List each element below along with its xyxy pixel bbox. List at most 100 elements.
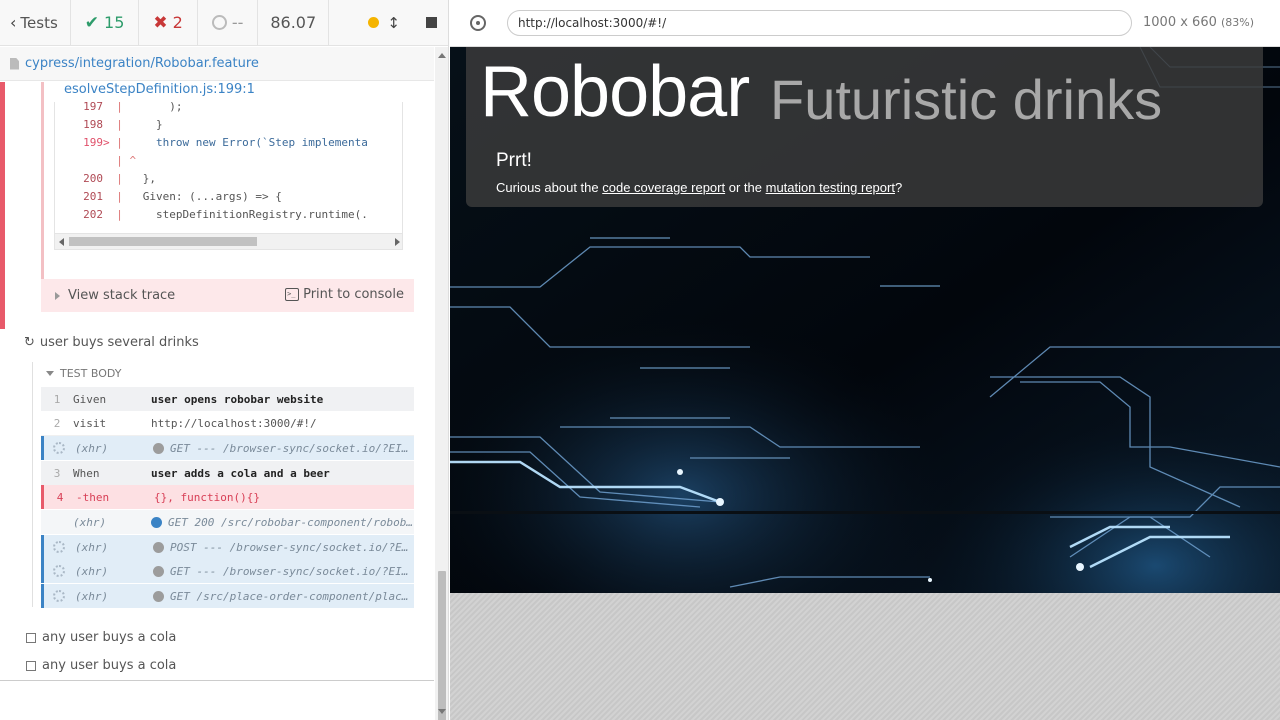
chevron-left-icon: ‹ — [10, 13, 17, 32]
terminal-icon: >_ — [285, 288, 300, 301]
spec-path-link[interactable]: cypress/integration/Robobar.feature — [25, 56, 259, 71]
xhr-command-row[interactable]: (xhr) GET 200 /src/robobar-component/robo… — [41, 510, 414, 534]
reports-text-prefix: Curious about the — [496, 180, 599, 195]
url-bar[interactable]: http://localhost:3000/#!/ — [507, 10, 1132, 36]
app-brand-title: Robobar — [480, 52, 750, 132]
viewport-info[interactable]: 1000 x 660 (83%) — [1143, 15, 1254, 30]
pending-test-row[interactable]: any user buys a cola — [26, 658, 176, 673]
reporter-scrollbar[interactable] — [435, 47, 448, 720]
failed-count[interactable]: ✖ 2 — [139, 0, 198, 45]
command-name: (xhr) — [75, 589, 109, 603]
test-title: user buys several drinks — [39, 335, 199, 350]
scroll-left-icon[interactable] — [59, 238, 64, 246]
test-body-guide — [32, 362, 33, 607]
stop-icon[interactable] — [426, 17, 437, 28]
command-message: http://localhost:3000/#!/ — [151, 417, 317, 430]
xhr-status-dot-icon — [153, 442, 164, 454]
pending-circle-icon — [211, 15, 227, 30]
command-number: 1 — [53, 392, 61, 406]
aut-header: http://localhost:3000/#!/ 1000 x 660 (83… — [450, 0, 1280, 47]
tests-label: Tests — [20, 13, 58, 32]
code-scroll-thumb[interactable] — [69, 237, 257, 246]
xhr-command-row[interactable]: (xhr) GET /src/place-order-component/plac… — [41, 584, 414, 608]
view-stack-trace-toggle[interactable]: View stack trace >_ Print to console — [41, 279, 414, 312]
running-indicator-icon — [368, 17, 380, 28]
runnables-list[interactable]: esolveStepDefinition.js:199:1 197 | ); 19… — [0, 82, 434, 680]
code-line: 200 | }, — [55, 172, 156, 190]
code-gutter-pipe: | — [109, 190, 130, 203]
command-row[interactable]: 1 Given user opens robobar website — [41, 387, 414, 411]
loading-spinner-icon — [53, 565, 65, 577]
xhr-command-row[interactable]: (xhr) POST --- /browser-sync/socket.io/?E… — [41, 535, 414, 559]
code-line-number: 201 — [83, 190, 103, 203]
xhr-status-dot-icon — [153, 541, 164, 553]
code-frame-scrollbar[interactable] — [55, 233, 402, 249]
retry-icon: ↻ — [24, 335, 35, 350]
command-name: (xhr) — [75, 540, 109, 554]
error-panel: esolveStepDefinition.js:199:1 197 | ); 19… — [0, 82, 434, 329]
pending-test-row[interactable]: any user buys a cola — [26, 630, 176, 645]
caret-right-icon — [55, 291, 60, 300]
code-gutter-pipe: | — [109, 118, 130, 131]
app-heading: Prrt! — [496, 150, 532, 171]
command-name: visit — [73, 417, 107, 430]
check-icon: ✔ — [84, 12, 100, 33]
stats-bar: ‹ Tests ✔ 15 ✖ 2 -- 86.07 ↕ — [0, 0, 448, 46]
spec-path-bar: cypress/integration/Robobar.feature — [0, 47, 434, 81]
print-to-console-label: Print to console — [303, 287, 404, 302]
tests-back-button[interactable]: ‹ Tests — [0, 0, 71, 45]
passed-count[interactable]: ✔ 15 — [71, 0, 140, 45]
loading-spinner-icon — [53, 590, 65, 602]
test-title-row[interactable]: ↻ user buys several drinks — [24, 335, 199, 350]
code-coverage-link[interactable]: code coverage report — [602, 180, 725, 195]
app-preview[interactable]: Robobar Futuristic drinks Prrt! Curious … — [450, 47, 1280, 593]
scroll-up-icon[interactable] — [438, 53, 446, 58]
reporter-scroll-thumb[interactable] — [438, 571, 446, 720]
jumbotron: Robobar Futuristic drinks Prrt! Curious … — [466, 47, 1263, 207]
error-file-link[interactable]: esolveStepDefinition.js:199:1 — [64, 82, 255, 97]
code-line: 198 | } — [55, 118, 163, 136]
test-body-toggle[interactable]: TEST BODY — [46, 367, 121, 380]
x-icon: ✖ — [153, 12, 168, 33]
command-name: (xhr) — [75, 564, 109, 578]
code-line: 197 | ); — [55, 102, 182, 118]
command-row[interactable]: 2 visit http://localhost:3000/#!/ — [41, 412, 414, 436]
mutation-testing-link[interactable]: mutation testing report — [766, 180, 895, 195]
code-line-marker — [103, 154, 110, 167]
pending-test-title: any user buys a cola — [42, 658, 177, 673]
app-preview-empty-area — [450, 593, 1280, 720]
xhr-command-row[interactable]: (xhr) GET --- /browser-sync/socket.io/?EI… — [41, 559, 414, 583]
command-row[interactable]: 3 When user adds a cola and a beer — [41, 461, 414, 485]
code-line-number: 199 — [83, 136, 103, 149]
command-message: user opens robobar website — [151, 392, 324, 406]
run-controls: ↕ — [329, 0, 448, 45]
pending-test-title: any user buys a cola — [42, 630, 177, 645]
failed-count-value: 2 — [172, 13, 183, 32]
selector-playground-icon[interactable] — [470, 15, 486, 31]
divider — [0, 680, 434, 681]
code-gutter-pipe: | — [109, 136, 130, 149]
code-line-text: } — [129, 118, 163, 131]
scroll-down-icon[interactable] — [438, 709, 446, 714]
command-name: (xhr) — [75, 441, 109, 455]
command-message: GET --- /browser-sync/socket.io/?EIO=3&t… — [170, 441, 414, 455]
command-number: 2 — [53, 417, 61, 430]
command-name: (xhr) — [73, 515, 107, 529]
pending-checkbox-icon — [26, 632, 36, 643]
scroll-right-icon[interactable] — [395, 238, 400, 246]
code-line-marker — [103, 102, 110, 113]
code-line-text: Given: (...args) => { — [129, 190, 282, 203]
code-line: 202 | stepDefinitionRegistry.runtime(. — [55, 208, 368, 226]
code-line-marker — [103, 118, 110, 131]
xhr-command-row[interactable]: (xhr) GET --- /browser-sync/socket.io/?EI… — [41, 436, 414, 460]
pending-count[interactable]: -- — [198, 0, 259, 45]
command-number: 4 — [56, 490, 64, 504]
error-indent-bar — [41, 82, 44, 312]
auto-scroll-icon[interactable]: ↕ — [387, 14, 400, 32]
command-row[interactable]: 4 -then {}, function(){} — [41, 485, 414, 509]
print-to-console-button[interactable]: >_ Print to console — [285, 287, 404, 302]
passed-count-value: 15 — [104, 13, 125, 32]
code-gutter-pipe: | — [109, 172, 130, 185]
command-message: GET /src/place-order-component/place-ord… — [170, 589, 414, 603]
code-line: 199> | throw new Error(`Step implementa — [55, 136, 368, 154]
